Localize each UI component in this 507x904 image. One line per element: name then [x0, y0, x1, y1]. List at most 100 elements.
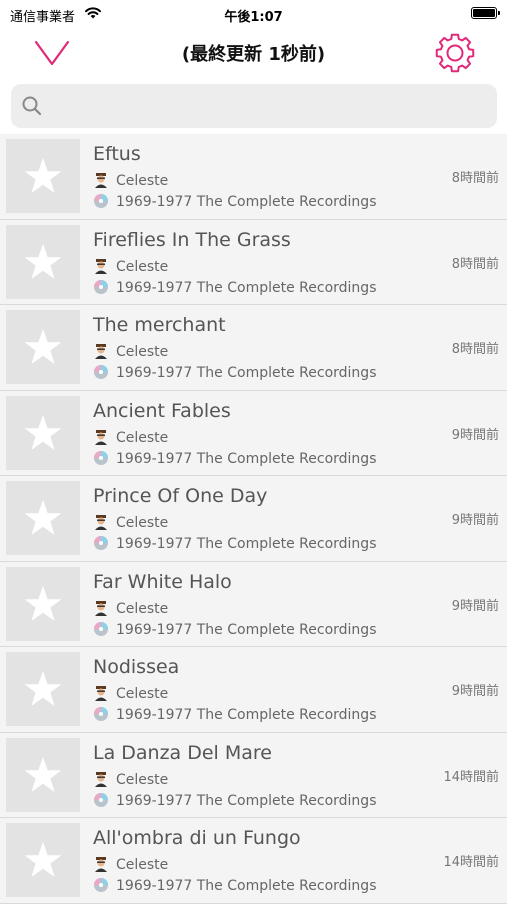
artist-name: Celeste: [116, 173, 169, 189]
track-row[interactable]: The merchant Celeste 1969-1977 The Complet…: [0, 305, 507, 391]
artist-name: Celeste: [116, 686, 169, 702]
artist-line: Celeste: [93, 429, 168, 446]
artist-icon: [93, 600, 109, 616]
album-art: [6, 224, 80, 299]
artist-line: Celeste: [93, 172, 168, 189]
artist-name: Celeste: [116, 344, 169, 360]
artist-name: Celeste: [116, 857, 169, 873]
track-row[interactable]: Fireflies In The Grass Celeste 1969-1977 T…: [0, 219, 507, 305]
star-icon: [24, 842, 62, 877]
artist-line: Celeste: [93, 771, 168, 788]
status-time: 午後1:07: [224, 10, 283, 25]
played-time: 9時間前: [451, 513, 499, 528]
artist-name: Celeste: [116, 429, 169, 446]
star-icon: [24, 500, 62, 535]
star-icon: [24, 671, 62, 706]
album-art: [6, 139, 80, 213]
album-line: 1969-1977 The Complete Recordings: [93, 364, 376, 381]
search-input[interactable]: [51, 84, 485, 130]
album-icon: [93, 193, 109, 209]
artist-line: Celeste: [93, 514, 168, 531]
track-row[interactable]: La Danza Del Mare Celeste 1969-1977 The Co…: [0, 732, 507, 818]
track-row[interactable]: Eftus Celeste 1969-1977 The Complete Recor…: [0, 134, 507, 220]
album-line: 1969-1977 The Complete Recordings: [93, 279, 376, 296]
played-time: 9時間前: [451, 427, 499, 443]
star-icon: [24, 158, 62, 193]
album-line: 1969-1977 The Complete Recordings: [93, 450, 376, 467]
track-row[interactable]: Nodissea Celeste 1969-1977 The Complete Re…: [0, 647, 507, 733]
artist-name: Celeste: [116, 258, 169, 275]
album-icon: [93, 877, 109, 893]
album-line: 1969-1977 The Complete Recordings: [93, 621, 376, 638]
album-art: [6, 652, 80, 726]
track-title: Fireflies In The Grass: [93, 228, 291, 251]
battery-icon: [471, 7, 500, 19]
search-bar[interactable]: [11, 84, 497, 130]
album-art: [6, 481, 80, 555]
album-name: 1969-1977 The Complete Recordings: [116, 365, 377, 381]
album-name: 1969-1977 The Complete Recordings: [116, 194, 377, 210]
album-icon: [93, 621, 109, 637]
artist-line: Celeste: [93, 343, 168, 360]
track-title: The merchant: [93, 314, 226, 336]
track-title: Eftus: [93, 143, 141, 165]
album-art: [6, 737, 80, 812]
star-icon: [24, 756, 62, 792]
played-time: 8時間前: [451, 342, 499, 357]
artist-icon: [93, 685, 109, 701]
track-title: Nodissea: [93, 656, 180, 678]
page-title: (最終更新 1秒前): [181, 44, 326, 65]
album-icon: [93, 364, 109, 380]
album-name: 1969-1977 The Complete Recordings: [116, 792, 377, 809]
track-title: Ancient Fables: [93, 399, 231, 422]
artist-icon: [93, 856, 109, 872]
album-icon: [93, 706, 109, 722]
album-line: 1969-1977 The Complete Recordings: [93, 877, 376, 894]
album-line: 1969-1977 The Complete Recordings: [93, 792, 376, 809]
artist-icon: [93, 343, 109, 359]
star-icon: [24, 329, 62, 364]
album-name: 1969-1977 The Complete Recordings: [116, 279, 377, 296]
album-art: [6, 310, 80, 384]
album-icon: [93, 792, 109, 808]
album-art: [6, 395, 80, 470]
track-row[interactable]: Prince Of One Day Celeste 1969-1977 The Co…: [0, 476, 507, 562]
artist-name: Celeste: [116, 600, 169, 617]
artist-icon: [93, 771, 109, 787]
album-icon: [93, 279, 109, 295]
track-row[interactable]: All'ombra di un Fungo Celeste 1969-1977 Th…: [0, 818, 507, 904]
status-bar: 通信事業者 午後1:07: [0, 0, 507, 28]
gear-icon: [435, 33, 475, 73]
artist-line: Celeste: [93, 856, 168, 873]
track-title: All'ombra di un Fungo: [93, 827, 301, 849]
played-time: 14時間前: [443, 769, 499, 785]
album-line: 1969-1977 The Complete Recordings: [93, 535, 376, 552]
artist-icon: [93, 429, 109, 445]
played-time: 8時間前: [451, 256, 499, 272]
album-art: [6, 566, 80, 641]
artist-line: Celeste: [93, 258, 168, 275]
track-row[interactable]: Far White Halo Celeste 1969-1977 The Compl…: [0, 561, 507, 647]
album-art: [6, 823, 80, 897]
played-time: 9時間前: [451, 684, 499, 699]
artist-icon: [93, 514, 109, 530]
artist-icon: [93, 258, 109, 274]
artist-icon: [93, 172, 109, 188]
album-name: 1969-1977 The Complete Recordings: [116, 621, 377, 638]
album-icon: [93, 450, 109, 466]
track-row[interactable]: Ancient Fables Celeste 1969-1977 The Compl…: [0, 390, 507, 476]
track-title: La Danza Del Mare: [93, 741, 272, 764]
album-name: 1969-1977 The Complete Recordings: [116, 707, 377, 723]
settings-button[interactable]: [433, 31, 477, 75]
star-icon: [24, 585, 62, 621]
album-line: 1969-1977 The Complete Recordings: [93, 706, 376, 723]
album-line: 1969-1977 The Complete Recordings: [93, 193, 376, 210]
track-title: Prince Of One Day: [93, 485, 268, 507]
search-icon: [21, 95, 43, 121]
track-list: Eftus Celeste 1969-1977 The Complete Recor…: [0, 134, 507, 904]
star-icon: [24, 243, 62, 279]
played-time: 8時間前: [451, 171, 499, 186]
album-name: 1969-1977 The Complete Recordings: [116, 450, 377, 467]
album-name: 1969-1977 The Complete Recordings: [116, 878, 377, 894]
navigation-bar: (最終更新 1秒前): [0, 28, 507, 80]
